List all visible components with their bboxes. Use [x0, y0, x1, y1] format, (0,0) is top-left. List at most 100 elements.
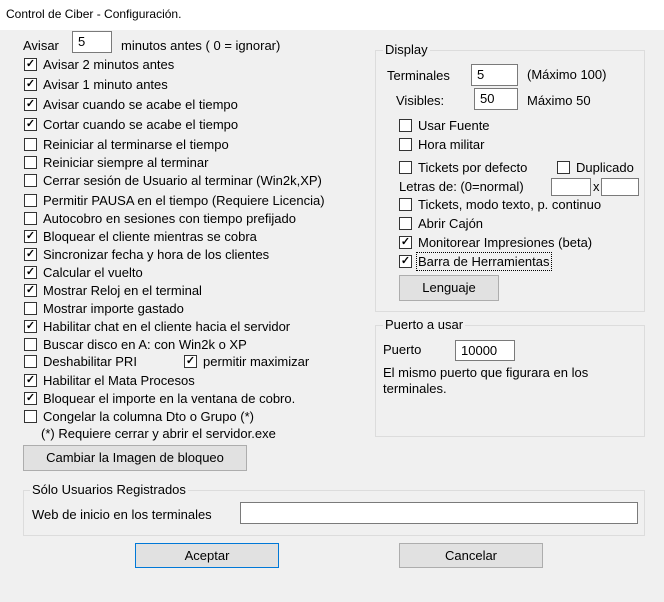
lenguaje-button[interactable]: Lenguaje [399, 275, 499, 301]
checkbox-box[interactable] [24, 174, 37, 188]
avisar-minutes-input[interactable]: 5 [72, 31, 112, 53]
option-checkbox[interactable]: Calcular el vuelto [24, 265, 143, 281]
option-checkbox[interactable]: Deshabilitar PRI [24, 354, 137, 370]
checkbox-box[interactable] [24, 78, 37, 92]
checkbox-box[interactable] [24, 266, 37, 280]
option-checkbox[interactable]: Reiniciar siempre al terminar [24, 155, 208, 171]
checkbox-box[interactable] [24, 212, 37, 226]
checkbox-box[interactable] [24, 338, 37, 352]
checkbox-label: Abrir Cajón [418, 216, 484, 231]
checkbox-box[interactable] [24, 410, 37, 424]
aceptar-button[interactable]: Aceptar [135, 543, 279, 568]
checkbox-label: permitir maximizar [203, 354, 310, 369]
checkbox-box[interactable] [24, 355, 37, 369]
checkbox-label: Congelar la columna Dto o Grupo (*) [43, 409, 254, 424]
option-checkbox[interactable]: Cerrar sesión de Usuario al terminar (Wi… [24, 173, 322, 189]
puerto-legend: Puerto a usar [383, 317, 466, 332]
checkbox-box[interactable] [24, 320, 37, 334]
checkbox-label: Tickets por defecto [418, 160, 528, 175]
checkbox-label: Mostrar importe gastado [43, 301, 184, 316]
title-bar: Control de Ciber - Configuración. [0, 0, 664, 30]
cancelar-button[interactable]: Cancelar [399, 543, 543, 568]
checkbox-label: Duplicado [576, 160, 634, 175]
hora-militar-checkbox[interactable]: Hora militar [399, 137, 484, 153]
visibles-input[interactable]: 50 [474, 88, 518, 110]
barra-herramientas-checkbox[interactable]: Barra de Herramientas [399, 252, 552, 271]
puerto-note-line1: El mismo puerto que figurara en los [383, 365, 589, 380]
web-inicio-input[interactable] [240, 502, 638, 524]
checkbox-label: Bloquear el importe en la ventana de cob… [43, 391, 296, 406]
option-checkbox[interactable]: Avisar 1 minuto antes [24, 77, 168, 93]
checkbox-box[interactable] [24, 230, 37, 244]
checkbox-box[interactable] [24, 58, 37, 72]
checkbox-box[interactable] [399, 161, 412, 175]
checkbox-label: Deshabilitar PRI [43, 354, 137, 369]
checkbox-box[interactable] [24, 98, 37, 112]
option-checkbox[interactable]: Mostrar importe gastado [24, 301, 184, 317]
web-inicio-label: Web de inicio en los terminales [32, 507, 212, 522]
terminales-label: Terminales [387, 68, 450, 83]
tickets-defecto-checkbox[interactable]: Tickets por defecto [399, 160, 527, 176]
tickets-texto-checkbox[interactable]: Tickets, modo texto, p. continuo [399, 197, 601, 213]
terminales-input[interactable]: 5 [471, 64, 518, 86]
checkbox-label: Calcular el vuelto [43, 265, 143, 280]
checkbox-box[interactable] [399, 236, 412, 250]
option-checkbox[interactable]: Habilitar chat en el cliente hacia el se… [24, 319, 290, 335]
checkbox-box[interactable] [24, 156, 37, 170]
restart-note: (*) Requiere cerrar y abrir el servidor.… [41, 426, 276, 441]
option-checkbox[interactable]: Habilitar el Mata Procesos [24, 373, 195, 389]
checkbox-box[interactable] [399, 138, 412, 152]
option-checkbox[interactable]: Reiniciar al terminarse el tiempo [24, 137, 229, 153]
option-checkbox[interactable]: Autocobro en sesiones con tiempo prefija… [24, 211, 296, 227]
duplicado-checkbox[interactable]: Duplicado [557, 160, 634, 176]
abrir-cajon-checkbox[interactable]: Abrir Cajón [399, 216, 483, 232]
display-legend: Display [383, 42, 430, 57]
letras-label: Letras de: (0=normal) [399, 179, 524, 194]
option-checkbox[interactable]: Avisar cuando se acabe el tiempo [24, 97, 238, 113]
checkbox-box[interactable] [399, 255, 412, 269]
puerto-input[interactable]: 10000 [455, 340, 515, 361]
checkbox-box[interactable] [399, 119, 412, 133]
checkbox-label: Monitorear Impresiones (beta) [418, 235, 593, 250]
option-checkbox[interactable]: Bloquear el cliente mientras se cobra [24, 229, 257, 245]
avisar-suffix: minutos antes ( 0 = ignorar) [121, 38, 281, 53]
checkbox-label: Buscar disco en A: con Win2k o XP [43, 337, 247, 352]
checkbox-box[interactable] [399, 198, 412, 212]
option-checkbox[interactable]: Congelar la columna Dto o Grupo (*) [24, 409, 254, 425]
option-checkbox[interactable]: Bloquear el importe en la ventana de cob… [24, 391, 295, 407]
checkbox-box[interactable] [557, 161, 570, 175]
terminales-hint: (Máximo 100) [527, 67, 607, 82]
option-checkbox[interactable]: Buscar disco en A: con Win2k o XP [24, 337, 247, 353]
checkbox-box[interactable] [24, 138, 37, 152]
checkbox-box[interactable] [24, 248, 37, 262]
checkbox-box[interactable] [399, 217, 412, 231]
checkbox-box[interactable] [24, 194, 37, 208]
checkbox-box[interactable] [24, 302, 37, 316]
checkbox-box[interactable] [24, 392, 37, 406]
option-checkbox[interactable]: Mostrar Reloj en el terminal [24, 283, 202, 299]
checkbox-label: Autocobro en sesiones con tiempo prefija… [43, 211, 296, 226]
cambiar-imagen-button[interactable]: Cambiar la Imagen de bloqueo [23, 445, 247, 471]
option-checkbox[interactable]: Sincronizar fecha y hora de los clientes [24, 247, 269, 263]
checkbox-label: Bloquear el cliente mientras se cobra [43, 229, 257, 244]
checkbox-box[interactable] [24, 284, 37, 298]
option-checkbox[interactable]: Permitir PAUSA en el tiempo (Requiere Li… [24, 193, 325, 209]
checkbox-label: Hora militar [418, 137, 485, 152]
permitir-maximizar-checkbox[interactable]: permitir maximizar [184, 354, 309, 370]
checkbox-label: Habilitar el Mata Procesos [43, 373, 195, 388]
letras-width-input[interactable] [551, 178, 591, 196]
option-checkbox[interactable]: Avisar 2 minutos antes [24, 57, 174, 73]
visibles-hint: Máximo 50 [527, 93, 591, 108]
checkbox-box[interactable] [24, 118, 37, 132]
registrados-legend: Sólo Usuarios Registrados [30, 482, 188, 497]
puerto-label: Puerto [383, 342, 422, 357]
settings-dialog: Avisar 5 minutos antes ( 0 = ignorar) Av… [0, 30, 664, 602]
checkbox-box[interactable] [24, 374, 37, 388]
checkbox-box[interactable] [184, 355, 197, 369]
checkbox-label: Cerrar sesión de Usuario al terminar (Wi… [43, 173, 322, 188]
option-checkbox[interactable]: Cortar cuando se acabe el tiempo [24, 117, 238, 133]
letras-height-input[interactable] [601, 178, 639, 196]
avisar-label: Avisar [23, 38, 59, 53]
usar-fuente-checkbox[interactable]: Usar Fuente [399, 118, 490, 134]
monitorear-checkbox[interactable]: Monitorear Impresiones (beta) [399, 235, 592, 251]
